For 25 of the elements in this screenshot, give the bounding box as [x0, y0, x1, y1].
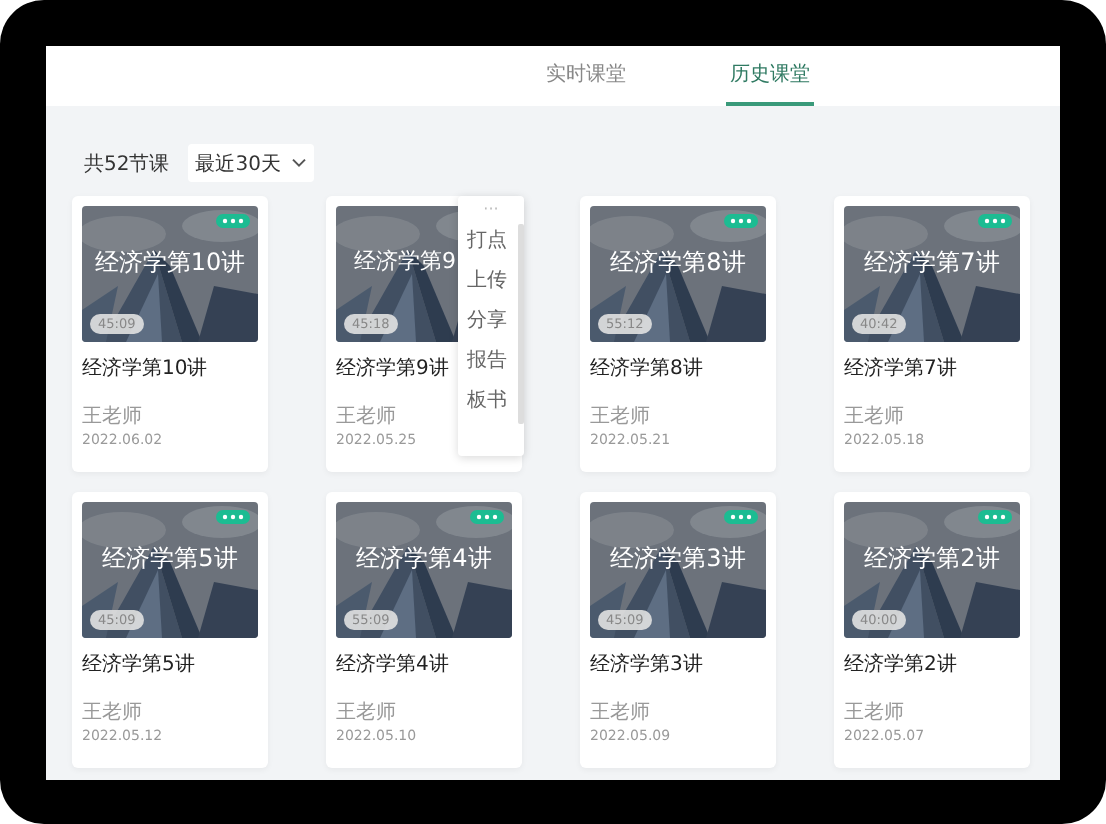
course-title: 经济学第10讲 [82, 358, 208, 382]
cover-title: 经济学第8讲 [610, 246, 746, 280]
cover-title: 经济学第7讲 [864, 246, 1000, 280]
course-title: 经济学第7讲 [844, 358, 957, 382]
teacher-name: 王老师 [336, 406, 396, 428]
teacher-name: 王老师 [844, 406, 904, 428]
teacher-name: 王老师 [82, 406, 142, 428]
teacher-name: 王老师 [590, 406, 650, 428]
cover-title: 经济学第2讲 [864, 542, 1000, 576]
teacher-name: 王老师 [844, 702, 904, 724]
course-title: 经济学第9讲 [336, 358, 449, 382]
teacher-name: 王老师 [336, 702, 396, 724]
cover-title: 经济学第10讲 [94, 246, 246, 280]
cover-title: 经济学第9 [354, 246, 456, 276]
course-title: 经济学第4讲 [336, 654, 449, 678]
cover-title: 经济学第4讲 [356, 542, 492, 576]
cover-title: 经济学第3讲 [610, 542, 746, 576]
course-title: 经济学第8讲 [590, 358, 703, 382]
course-title: 经济学第5讲 [82, 654, 195, 678]
cover-title: 经济学第5讲 [102, 542, 238, 576]
course-title: 经济学第3讲 [590, 654, 703, 678]
course-title: 经济学第2讲 [844, 654, 957, 678]
lesson-count: 共52节课 [84, 151, 170, 177]
teacher-name: 王老师 [82, 702, 142, 724]
teacher-name: 王老师 [590, 702, 650, 724]
